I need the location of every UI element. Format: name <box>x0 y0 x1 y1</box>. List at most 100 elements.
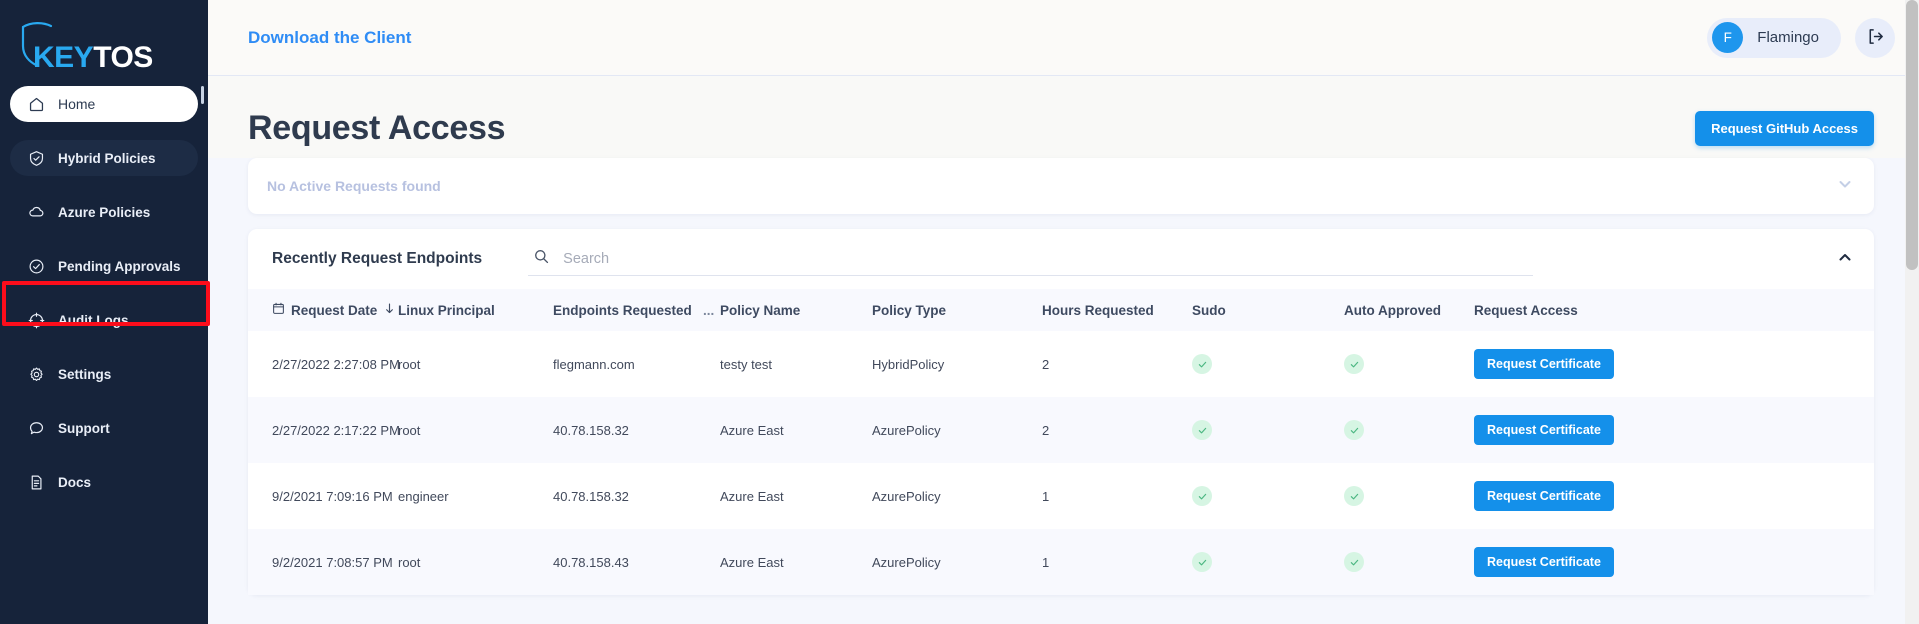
column-header-endpoints-requested[interactable]: Endpoints Requested <box>553 289 703 331</box>
user-name-label: Flamingo <box>1757 29 1819 46</box>
cell-endpoints-requested: 40.78.158.43 <box>553 554 629 570</box>
top-bar: Download the Client F Flamingo <box>208 0 1919 76</box>
request-certificate-button[interactable]: Request Certificate <box>1474 547 1614 577</box>
request-certificate-button[interactable]: Request Certificate <box>1474 415 1614 445</box>
check-icon <box>1192 486 1212 506</box>
cell-spacer <box>703 397 720 463</box>
cell-spacer <box>703 529 720 595</box>
chevron-down-icon[interactable] <box>1835 174 1855 199</box>
logout-button[interactable] <box>1855 17 1895 58</box>
cell-hours-requested: 1 <box>1042 488 1050 504</box>
cell-sudo <box>1192 529 1344 595</box>
home-icon <box>28 96 45 113</box>
scrollbar-thumb[interactable] <box>1906 0 1918 270</box>
sidebar-item-label: Home <box>58 96 96 112</box>
cell-linux-principal: engineer <box>398 488 449 504</box>
cell-sudo <box>1192 397 1344 463</box>
recent-endpoints-header: Recently Request Endpoints <box>248 229 1874 289</box>
brand-logo[interactable]: KEYTOS <box>0 0 208 78</box>
cell-request-date: 9/2/2021 7:08:57 PM <box>272 554 393 570</box>
cell-endpoints-requested: 40.78.158.32 <box>553 422 629 438</box>
cell-endpoints-requested: 40.78.158.32 <box>553 488 629 504</box>
document-icon <box>28 474 45 491</box>
recent-endpoints-table: Request Date Linux Principal Endpoints R… <box>248 289 1874 595</box>
cell-policy-name: testy test <box>720 356 773 372</box>
user-menu[interactable]: F Flamingo <box>1707 17 1841 58</box>
cell-linux-principal: root <box>398 356 421 372</box>
page-scrollbar[interactable] <box>1905 0 1919 624</box>
cell-hours-requested: 2 <box>1042 356 1050 372</box>
cell-endpoints-requested: flegmann.com <box>553 356 635 372</box>
cell-spacer <box>703 331 720 397</box>
table-row[interactable]: 9/2/2021 7:08:57 PM root 40.78.158.43 Az… <box>248 529 1874 595</box>
cloud-icon <box>28 204 45 221</box>
column-header-auto-approved[interactable]: Auto Approved <box>1344 289 1474 331</box>
sidebar-item-docs[interactable]: Docs <box>10 464 198 500</box>
cell-request-date: 9/2/2021 7:09:16 PM <box>272 488 393 504</box>
page-title: Request Access <box>248 108 506 147</box>
chevron-up-icon[interactable] <box>1835 247 1855 272</box>
calendar-icon <box>272 302 285 318</box>
check-icon <box>1192 354 1212 374</box>
page-header: Request Access Request GitHub Access <box>208 76 1919 158</box>
sidebar-item-support[interactable]: Support <box>10 410 198 446</box>
search-icon <box>533 248 550 270</box>
column-header-hours-requested[interactable]: Hours Requested <box>1042 289 1192 331</box>
request-certificate-button[interactable]: Request Certificate <box>1474 349 1614 379</box>
sidebar-item-label: Audit Logs <box>58 312 129 328</box>
cell-auto-approved <box>1344 529 1474 595</box>
active-requests-panel: No Active Requests found <box>248 158 1874 214</box>
table-row[interactable]: 9/2/2021 7:09:16 PM engineer 40.78.158.3… <box>248 463 1874 529</box>
column-header-linux-principal[interactable]: Linux Principal <box>398 289 553 331</box>
table-header: Request Date Linux Principal Endpoints R… <box>248 289 1874 331</box>
shield-icon <box>28 150 45 167</box>
column-header-request-date[interactable]: Request Date <box>248 289 398 331</box>
sidebar-collapse-handle[interactable] <box>201 86 204 104</box>
cell-spacer <box>703 463 720 529</box>
column-header-policy-name[interactable]: Policy Name <box>720 289 872 331</box>
recent-endpoints-panel: Recently Request Endpoints Search Reques… <box>248 229 1874 595</box>
download-client-link[interactable]: Download the Client <box>248 28 411 48</box>
gear-icon <box>28 366 45 383</box>
cell-policy-type: AzurePolicy <box>872 554 941 570</box>
cell-policy-name: Azure East <box>720 488 784 504</box>
sidebar-item-label: Settings <box>58 366 112 382</box>
logout-icon <box>1866 27 1885 49</box>
column-header-policy-type[interactable]: Policy Type <box>872 289 1042 331</box>
cell-request-access: Request Certificate <box>1474 331 1874 397</box>
cell-auto-approved <box>1344 463 1474 529</box>
check-icon <box>1192 420 1212 440</box>
avatar: F <box>1712 22 1744 53</box>
cell-request-access: Request Certificate <box>1474 463 1874 529</box>
cell-request-access: Request Certificate <box>1474 529 1874 595</box>
chat-icon <box>28 420 45 437</box>
check-icon <box>1344 552 1364 572</box>
cell-policy-type: AzurePolicy <box>872 488 941 504</box>
cell-auto-approved <box>1344 397 1474 463</box>
no-active-requests-message: No Active Requests found <box>267 178 441 194</box>
sidebar-item-pending-approvals[interactable]: Pending Approvals <box>10 248 198 284</box>
sidebar-item-azure-policies[interactable]: Azure Policies <box>10 194 198 230</box>
cell-sudo <box>1192 463 1344 529</box>
column-header-request-access[interactable]: Request Access <box>1474 289 1874 331</box>
check-icon <box>1344 354 1364 374</box>
cell-policy-name: Azure East <box>720 554 784 570</box>
table-body: 2/27/2022 2:27:08 PM root flegmann.com t… <box>248 331 1874 595</box>
cell-linux-principal: root <box>398 422 421 438</box>
sidebar-item-settings[interactable]: Settings <box>10 356 198 392</box>
table-row[interactable]: 2/27/2022 2:17:22 PM root 40.78.158.32 A… <box>248 397 1874 463</box>
column-label: Request Date <box>291 302 378 318</box>
sidebar-item-hybrid-policies[interactable]: Hybrid Policies <box>10 140 198 176</box>
request-github-access-button[interactable]: Request GitHub Access <box>1695 110 1874 146</box>
topbar-right-group: F Flamingo <box>1707 17 1895 58</box>
column-overflow-ellipsis[interactable]: ... <box>703 289 720 331</box>
column-header-sudo[interactable]: Sudo <box>1192 289 1344 331</box>
cell-hours-requested: 2 <box>1042 422 1050 438</box>
sidebar-item-audit-logs[interactable]: Audit Logs <box>10 302 198 338</box>
search-input[interactable] <box>563 250 1534 267</box>
request-certificate-button[interactable]: Request Certificate <box>1474 481 1614 511</box>
sidebar: KEYTOS Home Hybrid Policies Azure Polici… <box>0 0 208 624</box>
table-row[interactable]: 2/27/2022 2:27:08 PM root flegmann.com t… <box>248 331 1874 397</box>
sidebar-item-home[interactable]: Home <box>10 86 198 122</box>
sidebar-item-label: Pending Approvals <box>58 258 181 274</box>
